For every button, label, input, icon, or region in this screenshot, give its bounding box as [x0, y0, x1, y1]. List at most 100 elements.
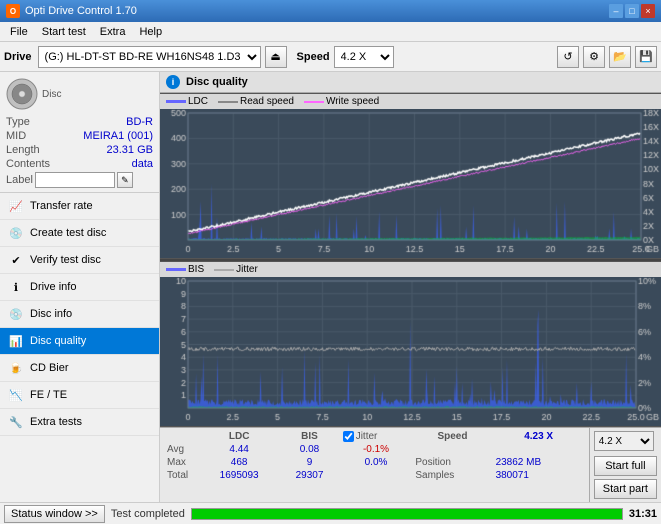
nav-items: 📈 Transfer rate 💿 Create test disc ✔ Ver…	[0, 193, 159, 502]
nav-transfer-rate[interactable]: 📈 Transfer rate	[0, 193, 159, 220]
stats-header-speed: Speed	[412, 430, 492, 443]
nav-disc-info-label: Disc info	[30, 308, 72, 320]
disc-type-row: Type BD-R	[6, 116, 153, 128]
jitter-checkbox[interactable]	[343, 431, 354, 442]
upper-legend: LDC Read speed Write speed	[160, 94, 661, 109]
menu-file[interactable]: File	[4, 24, 34, 40]
bis-legend: BIS	[166, 264, 204, 275]
menu-extra[interactable]: Extra	[94, 24, 132, 40]
refresh-button[interactable]: ↺	[557, 46, 579, 68]
stats-speed-value: 4.23 X	[493, 430, 585, 443]
max-label: Max	[164, 456, 199, 469]
speed-select[interactable]: 4.2 X	[334, 46, 394, 68]
minimize-button[interactable]: –	[609, 4, 623, 18]
nav-fe-te-label: FE / TE	[30, 389, 67, 401]
nav-disc-quality-label: Disc quality	[30, 335, 86, 347]
total-label: Total	[164, 469, 199, 482]
nav-extra-tests[interactable]: 🔧 Extra tests	[0, 409, 159, 436]
stats-header-jitter-check: Jitter	[340, 430, 413, 443]
extra-tests-icon: 🔧	[8, 414, 24, 430]
max-jitter: 0.0%	[340, 456, 413, 469]
main-content: Disc Type BD-R MID MEIRA1 (001) Length 2…	[0, 72, 661, 502]
nav-extra-tests-label: Extra tests	[30, 416, 82, 428]
settings-button[interactable]: ⚙	[583, 46, 605, 68]
titlebar: O Opti Drive Control 1.70 – □ ×	[0, 0, 661, 22]
ldc-legend-color	[166, 100, 186, 103]
save-button[interactable]: 💾	[635, 46, 657, 68]
status-time: 31:31	[629, 508, 657, 520]
nav-disc-quality[interactable]: 📊 Disc quality	[0, 328, 159, 355]
read-speed-legend-label: Read speed	[240, 96, 294, 107]
chart-divider	[160, 259, 661, 261]
drive-info-icon: ℹ	[8, 279, 24, 295]
create-test-icon: 💿	[8, 225, 24, 241]
nav-drive-info[interactable]: ℹ Drive info	[0, 274, 159, 301]
menu-start-test[interactable]: Start test	[36, 24, 92, 40]
app-icon: O	[6, 4, 20, 18]
write-speed-legend: Write speed	[304, 96, 379, 107]
nav-create-test-disc[interactable]: 💿 Create test disc	[0, 220, 159, 247]
disc-contents-row: Contents data	[6, 158, 153, 170]
status-window-button[interactable]: Status window >>	[4, 505, 105, 523]
speed-select-stats[interactable]: 4.2 X	[594, 431, 654, 451]
eject-button[interactable]: ⏏	[265, 46, 287, 68]
nav-create-test-label: Create test disc	[30, 227, 106, 239]
lower-legend: BIS Jitter	[160, 262, 661, 277]
avg-ldc: 4.44	[199, 443, 279, 456]
contents-label: Contents	[6, 158, 50, 170]
read-speed-legend-color	[218, 101, 238, 103]
write-speed-legend-label: Write speed	[326, 96, 379, 107]
contents-value: data	[132, 158, 153, 170]
nav-cd-bier[interactable]: 🍺 CD Bier	[0, 355, 159, 382]
length-value: 23.31 GB	[107, 144, 153, 156]
upper-chart-area: LDC Read speed Write speed	[160, 94, 661, 258]
chart-header-icon: i	[166, 75, 180, 89]
label-edit-button[interactable]: ✎	[117, 172, 133, 188]
speed-header-label: Speed	[437, 431, 467, 442]
status-text: Test completed	[111, 508, 185, 520]
nav-fe-te[interactable]: 📉 FE / TE	[0, 382, 159, 409]
disc-mid-row: MID MEIRA1 (001)	[6, 130, 153, 142]
upper-chart-canvas	[160, 109, 661, 258]
menubar: File Start test Extra Help	[0, 22, 661, 42]
stats-header-empty	[164, 430, 199, 443]
nav-disc-info[interactable]: 💿 Disc info	[0, 301, 159, 328]
toolbar: Drive (G:) HL-DT-ST BD-RE WH16NS48 1.D3 …	[0, 42, 661, 72]
drive-select[interactable]: (G:) HL-DT-ST BD-RE WH16NS48 1.D3	[38, 46, 261, 68]
stats-table: LDC BIS Jitter Speed 4.23	[160, 428, 589, 502]
jitter-legend-color	[214, 269, 234, 271]
maximize-button[interactable]: □	[625, 4, 639, 18]
jitter-checkbox-label[interactable]: Jitter	[343, 431, 410, 442]
fe-te-icon: 📉	[8, 387, 24, 403]
total-bis: 29307	[279, 469, 339, 482]
disc-quality-icon: 📊	[8, 333, 24, 349]
open-button[interactable]: 📂	[609, 46, 631, 68]
start-part-button[interactable]: Start part	[594, 479, 657, 499]
chart-title: Disc quality	[186, 76, 248, 88]
right-panel: i Disc quality LDC Read speed Write spee…	[160, 72, 661, 502]
start-full-button[interactable]: Start full	[594, 456, 657, 476]
disc-info-rows: Type BD-R MID MEIRA1 (001) Length 23.31 …	[6, 116, 153, 188]
start-buttons: 4.2 X Start full Start part	[589, 428, 661, 502]
nav-verify-test-disc[interactable]: ✔ Verify test disc	[0, 247, 159, 274]
close-button[interactable]: ×	[641, 4, 655, 18]
label-input[interactable]	[35, 172, 115, 188]
mid-label: MID	[6, 130, 26, 142]
avg-jitter: -0.1%	[340, 443, 413, 456]
max-bis: 9	[279, 456, 339, 469]
nav-transfer-rate-label: Transfer rate	[30, 200, 93, 212]
progress-bar	[191, 508, 623, 520]
type-value: BD-R	[126, 116, 153, 128]
disc-icon	[6, 78, 38, 110]
avg-bis: 0.08	[279, 443, 339, 456]
nav-drive-info-label: Drive info	[30, 281, 76, 293]
lower-chart-canvas	[160, 277, 661, 426]
length-label: Length	[6, 144, 40, 156]
disc-label-row: Label ✎	[6, 172, 153, 188]
lower-chart	[160, 277, 661, 426]
nav-verify-test-label: Verify test disc	[30, 254, 101, 266]
menu-help[interactable]: Help	[133, 24, 168, 40]
status-bar: Status window >> Test completed 31:31	[0, 502, 661, 524]
ldc-legend: LDC	[166, 96, 208, 107]
samples-label: Samples	[412, 469, 492, 482]
